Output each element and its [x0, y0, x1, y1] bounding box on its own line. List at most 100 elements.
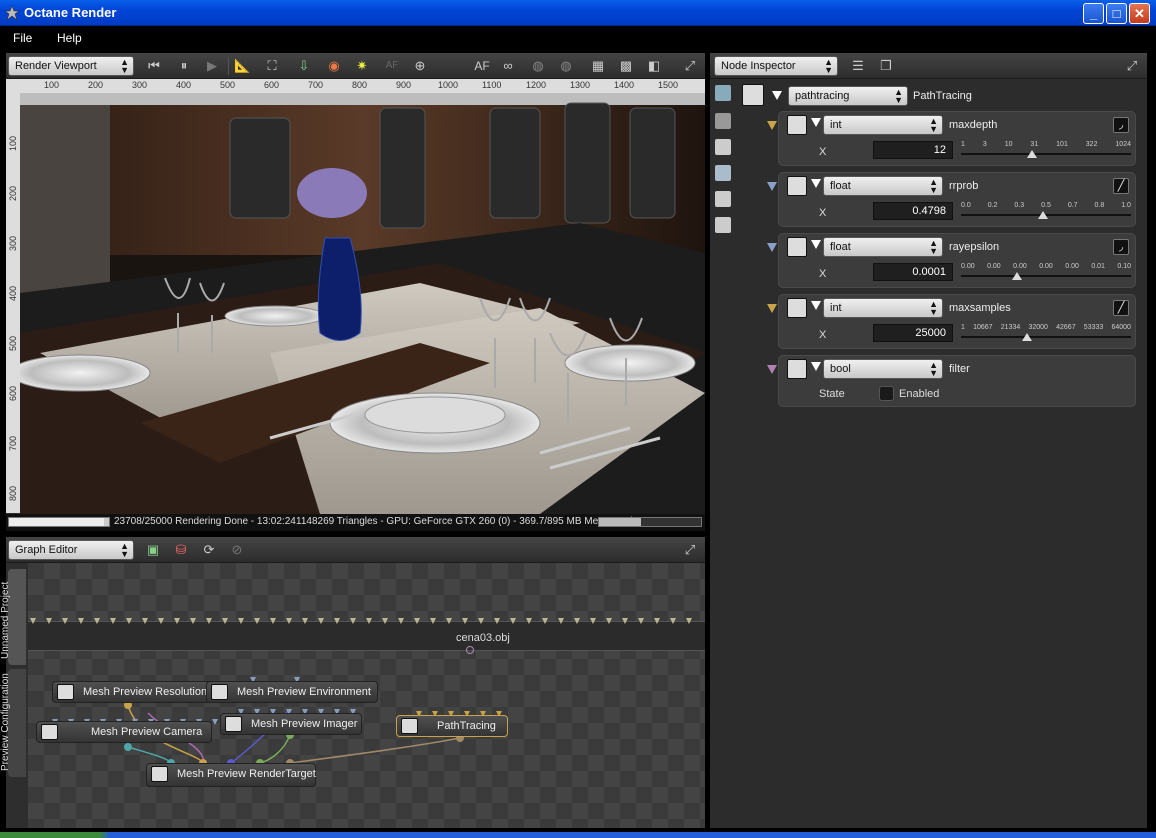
graph-mode-select[interactable]: Graph Editor ▲ ▼: [8, 540, 134, 560]
fit-icon[interactable]: ⛶: [264, 58, 280, 74]
af-label[interactable]: AF: [472, 58, 492, 74]
toolbar-divider: [228, 57, 229, 75]
glasses-icon[interactable]: ∞: [500, 58, 516, 74]
param-pin[interactable]: [767, 365, 777, 374]
bool-type-icon: [787, 359, 807, 379]
region2-icon[interactable]: ◍: [558, 58, 574, 74]
ruler-icon[interactable]: 📐: [234, 58, 250, 74]
viewport-toolbar: Render Viewport ▲ ▼ ⏮ ⏸ ▶ 📐 ⛶ ⇩ ◉ ✷ AF ⊕ …: [6, 53, 705, 79]
slider-ticks: 1 3 10 31 101 322 1024: [961, 141, 1131, 148]
param-type-select[interactable]: int ▲ ▼: [823, 298, 943, 318]
curve-icon[interactable]: ╱: [1113, 300, 1129, 316]
param-pin[interactable]: [767, 243, 777, 252]
checker-icon[interactable]: ▦: [590, 58, 606, 74]
node-pathtracing[interactable]: PathTracing: [396, 715, 508, 737]
param-state-label: State: [819, 388, 845, 400]
collapse-triangle-icon[interactable]: [811, 362, 821, 371]
maximize-icon[interactable]: ⤢: [682, 58, 698, 74]
curve-icon[interactable]: ╱: [1113, 178, 1129, 194]
imager-icon[interactable]: [715, 191, 731, 207]
node-mesh-preview-rendertarget[interactable]: Mesh Preview RenderTarget: [146, 763, 316, 787]
param-value-field[interactable]: 0.4798: [873, 202, 953, 220]
collapse-icon[interactable]: ☰: [850, 58, 866, 74]
curve-icon[interactable]: ◞: [1113, 239, 1129, 255]
param-type-select[interactable]: int ▲ ▼: [823, 115, 943, 135]
inspector-sidebar: [710, 79, 736, 828]
maximize-button[interactable]: □: [1106, 3, 1127, 24]
delete-graph-icon[interactable]: ⊘: [229, 542, 245, 558]
resolution-icon: [57, 684, 74, 700]
collapse-triangle-icon[interactable]: [772, 91, 782, 100]
param-type-select[interactable]: bool ▲ ▼: [823, 359, 943, 379]
updown-arrow-icon: ▲ ▼: [120, 541, 129, 559]
enabled-label: Enabled: [899, 388, 940, 400]
region-icon[interactable]: ◍: [530, 58, 546, 74]
clear-graph-icon[interactable]: ⛁: [173, 542, 189, 558]
node-type-select[interactable]: pathtracing ▲ ▼: [788, 86, 908, 106]
layers-icon[interactable]: ❐: [878, 58, 894, 74]
checker2-icon[interactable]: ▩: [618, 58, 634, 74]
int-type-icon: [787, 298, 807, 318]
octane-logo-icon: [4, 5, 20, 21]
param-type-select[interactable]: float ▲ ▼: [823, 237, 943, 257]
param-value-field[interactable]: 25000: [873, 324, 953, 342]
float-type-icon: [787, 237, 807, 257]
param-name: rayepsilon: [949, 241, 1000, 253]
inspector-toolbar: Node Inspector ▲ ▼ ☰ ❐ ⤢: [710, 53, 1147, 79]
slider-thumb[interactable]: [1037, 211, 1048, 219]
inspector-mode-select[interactable]: Node Inspector ▲ ▼: [714, 56, 838, 76]
render-image[interactable]: [20, 93, 705, 514]
param-value-field[interactable]: 12: [873, 141, 953, 159]
collapse-triangle-icon[interactable]: [811, 240, 821, 249]
node-mesh-preview-resolution[interactable]: Mesh Preview Resolution: [52, 681, 212, 703]
render-viewport-panel: Render Viewport ▲ ▼ ⏮ ⏸ ▶ 📐 ⛶ ⇩ ◉ ✷ AF ⊕ …: [6, 53, 705, 531]
param-slider[interactable]: 1 10667 21334 32000 42667 53333 64000: [961, 324, 1131, 344]
param-value-field[interactable]: 0.0001: [873, 263, 953, 281]
tab-preview-configuration[interactable]: Preview Configuration: [0, 669, 26, 777]
load-icon[interactable]: ⇩: [296, 58, 312, 74]
focus-icon[interactable]: ⊕: [412, 58, 428, 74]
slider-thumb[interactable]: [1012, 272, 1023, 280]
collapse-triangle-icon[interactable]: [811, 301, 821, 310]
pause-icon[interactable]: ⏸: [176, 58, 192, 74]
param-type-select[interactable]: float ▲ ▼: [823, 176, 943, 196]
camera-icon[interactable]: [715, 113, 731, 129]
param-slider[interactable]: 0.0 0.2 0.3 0.5 0.7 0.8 1.0: [961, 202, 1131, 222]
maximize-icon[interactable]: ⤢: [682, 542, 698, 558]
param-pin[interactable]: [767, 182, 777, 191]
param-slider[interactable]: 0.00 0.00 0.00 0.00 0.00 0.01 0.10: [961, 263, 1131, 283]
close-button[interactable]: ✕: [1129, 3, 1150, 24]
color-pick-icon[interactable]: ◉: [326, 58, 342, 74]
slider-thumb[interactable]: [1027, 150, 1038, 158]
param-pin[interactable]: [767, 121, 777, 130]
tab-unnamed-project[interactable]: Unnamed Project: [0, 569, 26, 665]
render-target-icon[interactable]: [715, 85, 731, 101]
enabled-checkbox[interactable]: [879, 386, 894, 401]
graph-canvas[interactable]: cena03.obj Mesh Preview Resolution Mesh …: [28, 563, 705, 828]
menu-help[interactable]: Help: [57, 31, 82, 45]
node-mesh-preview-imager[interactable]: Mesh Preview Imager: [220, 713, 362, 735]
checker3-icon[interactable]: ◧: [646, 58, 662, 74]
rewind-icon[interactable]: ⏮: [146, 58, 162, 74]
param-pin[interactable]: [767, 304, 777, 313]
slider-thumb[interactable]: [1022, 333, 1033, 341]
resolution-icon[interactable]: [715, 139, 731, 155]
environment-icon[interactable]: [715, 165, 731, 181]
curve-icon[interactable]: ◞: [1113, 117, 1129, 133]
maximize-icon[interactable]: ⤢: [1124, 58, 1140, 74]
reload-graph-icon[interactable]: ⟳: [201, 542, 217, 558]
play-icon[interactable]: ▶: [204, 58, 220, 74]
viewport-mode-select[interactable]: Render Viewport ▲ ▼: [8, 56, 134, 76]
collapse-triangle-icon[interactable]: [811, 179, 821, 188]
spark-icon[interactable]: ✷: [354, 58, 370, 74]
collapse-triangle-icon[interactable]: [811, 118, 821, 127]
minimize-button[interactable]: _: [1083, 3, 1104, 24]
param-slider[interactable]: 1 3 10 31 101 322 1024: [961, 141, 1131, 161]
kernel-icon[interactable]: [715, 217, 731, 233]
menu-file[interactable]: File: [13, 31, 32, 45]
slider-ticks: 0.00 0.00 0.00 0.00 0.00 0.01 0.10: [961, 263, 1131, 270]
slider-ticks: 1 10667 21334 32000 42667 53333 64000: [961, 324, 1131, 331]
node-mesh-preview-camera[interactable]: Mesh Preview Camera: [36, 721, 212, 743]
node-mesh-preview-environment[interactable]: Mesh Preview Environment: [206, 681, 378, 703]
save-graph-icon[interactable]: ▣: [145, 542, 161, 558]
